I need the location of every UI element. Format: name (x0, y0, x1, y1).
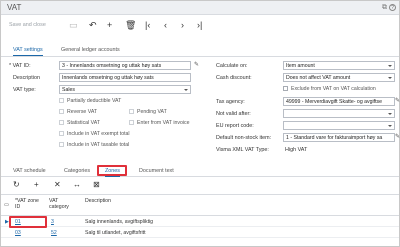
exclude-from-vat-label: Exclude from VAT on VAT calculation (291, 86, 376, 92)
enter-from-vat-invoice-checkbox[interactable] (129, 120, 134, 125)
edit-pencil-icon[interactable]: ✎ (194, 61, 199, 68)
add-icon[interactable]: + (107, 20, 112, 30)
vat-type-label: VAT type: (13, 87, 36, 93)
reverse-vat-checkbox[interactable] (59, 109, 64, 114)
default-nonstock-label: Default non-stock item: (216, 135, 272, 141)
last-record-icon[interactable]: ›| (197, 20, 202, 30)
vat-window: VAT ⧉ ? Save and close ▭ ↶ + 🗑 |‹ ‹ › ›|… (0, 0, 400, 247)
description-cell: Salg innenlands, avgiftspliktig (85, 219, 154, 225)
add-row-icon[interactable]: + (34, 180, 39, 190)
save-icon[interactable]: ▭ (69, 20, 78, 30)
main-tabs: VAT settings General ledger accounts (1, 45, 399, 57)
category-cell[interactable]: 52 (51, 230, 57, 236)
visma-xml-vat-type-label: Visma XML VAT Type: (216, 147, 269, 153)
vat-id-field[interactable]: 3 - Innenlands omsetning og uttak høy sa… (59, 61, 191, 70)
pending-vat-checkbox[interactable] (129, 109, 134, 114)
delete-icon[interactable]: 🗑 (125, 20, 136, 30)
eu-report-code-label: EU report code: (216, 123, 254, 129)
tax-agency-label: Tax agency: (216, 99, 245, 105)
include-taxable-label: Include in VAT taxable total (67, 142, 130, 148)
description-field[interactable]: Innenlands omsetning og uttak høy sats (59, 73, 191, 82)
next-record-icon[interactable]: › (181, 20, 184, 30)
vat-id-label: * VAT ID: (9, 63, 31, 69)
partially-deductible-label: Partially deductible VAT (67, 98, 122, 104)
tab-vat-settings[interactable]: VAT settings (13, 47, 43, 56)
save-and-close-button[interactable]: Save and close (9, 22, 46, 28)
category-cell[interactable]: 3 (51, 219, 54, 225)
pending-vat-label: Pending VAT (137, 109, 167, 115)
not-valid-after-label: Not valid after: (216, 111, 251, 117)
calculate-on-select[interactable]: Item amount (283, 61, 395, 70)
header-vat-zone-id[interactable]: *VAT zone ID (15, 198, 41, 210)
toolbar: Save and close ▭ ↶ + 🗑 |‹ ‹ › ›| (1, 17, 399, 35)
tab-general-ledger-accounts[interactable]: General ledger accounts (61, 47, 120, 53)
exclude-from-vat-checkbox[interactable] (283, 86, 288, 91)
fit-columns-icon[interactable]: ↔ (73, 180, 81, 190)
detail-tabs: VAT schedule Categories Zones Document t… (1, 166, 399, 177)
partially-deductible-checkbox[interactable] (59, 98, 64, 103)
first-record-icon[interactable]: |‹ (145, 20, 150, 30)
visma-xml-vat-type-value: High VAT (285, 147, 308, 153)
cash-discount-label: Cash discount: (216, 75, 252, 81)
delete-row-icon[interactable]: ✕ (54, 180, 61, 190)
tab-categories[interactable]: Categories (64, 168, 90, 174)
statistical-vat-label: Statistical VAT (67, 120, 100, 126)
window-title: VAT (7, 3, 22, 12)
not-valid-after-field[interactable] (283, 109, 395, 118)
default-nonstock-edit-icon[interactable]: ✎ (395, 133, 400, 140)
zone-cell-highlight (9, 216, 47, 228)
tax-agency-edit-icon[interactable]: ✎ (395, 97, 400, 104)
row-selector-header-icon: ▭ (4, 202, 9, 208)
vat-type-select[interactable]: Sales (59, 85, 191, 94)
zone-id-cell[interactable]: 03 (15, 230, 21, 236)
tab-vat-schedule[interactable]: VAT schedule (13, 168, 46, 174)
header-description[interactable]: Description (85, 198, 111, 204)
include-exempt-checkbox[interactable] (59, 131, 64, 136)
header-vat-category[interactable]: VAT category (49, 198, 79, 210)
enter-from-vat-invoice-label: Enter from VAT invoice (137, 120, 190, 126)
undo-icon[interactable]: ↶ (89, 20, 97, 30)
previous-record-icon[interactable]: ‹ (164, 20, 167, 30)
refresh-icon[interactable]: ↻ (13, 180, 20, 190)
description-label: Description (13, 75, 40, 81)
default-nonstock-field[interactable]: 1 - Standard vare for fakturaimport høy … (283, 133, 395, 142)
copy-link-icon[interactable]: ⧉ (382, 4, 387, 12)
cash-discount-select[interactable]: Does not affect VAT amount (283, 73, 395, 82)
reverse-vat-label: Reverse VAT (67, 109, 98, 115)
export-excel-icon[interactable]: ⊠ (93, 180, 100, 190)
include-exempt-label: Include in VAT exempt total (67, 131, 130, 137)
title-bar: VAT ⧉ ? (1, 1, 399, 15)
table-row[interactable]: 03 52 Salg til utlandet, avgiftsfritt (1, 228, 399, 238)
include-taxable-checkbox[interactable] (59, 142, 64, 147)
tab-document-text[interactable]: Document text (139, 168, 174, 174)
grid-toolbar: ↻ + ✕ ↔ ⊠ (1, 179, 399, 193)
tax-agency-field[interactable]: 49999 - Merverdiavgift Skatte- og avgift… (283, 97, 395, 106)
grid-header: ▭ *VAT zone ID VAT category Description (1, 194, 399, 216)
calculate-on-label: Calculate on: (216, 63, 248, 69)
description-cell: Salg til utlandet, avgiftsfritt (85, 230, 146, 236)
table-row[interactable]: ▶ 01 3 Salg innenlands, avgiftspliktig (1, 217, 399, 227)
help-icon[interactable]: ? (389, 4, 396, 11)
statistical-vat-checkbox[interactable] (59, 120, 64, 125)
eu-report-code-select[interactable] (283, 121, 395, 130)
zones-tab-highlight (97, 165, 127, 176)
